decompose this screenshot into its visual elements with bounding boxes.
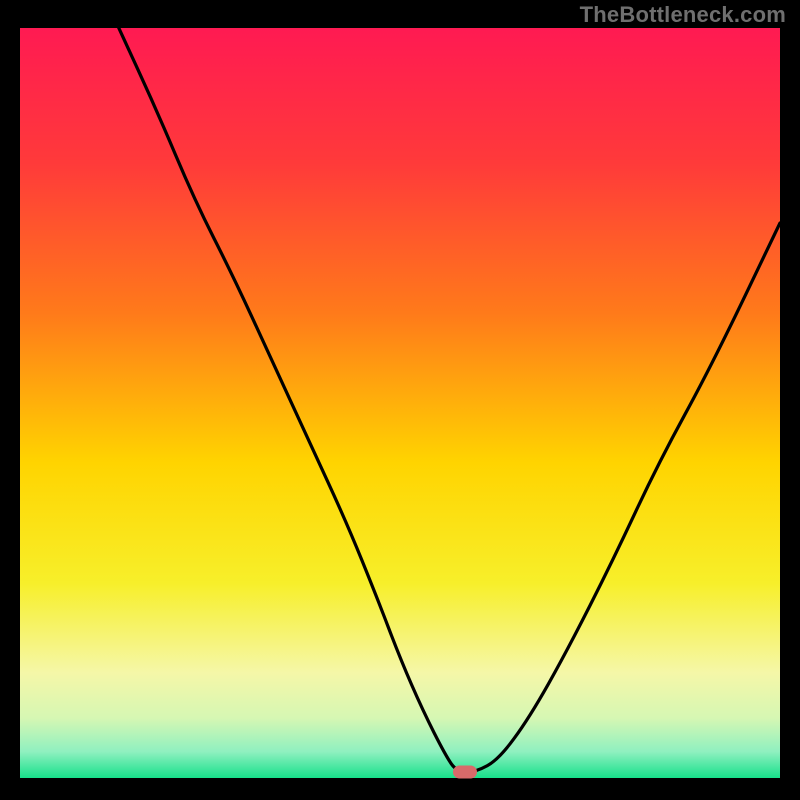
watermark-text: TheBottleneck.com [580,2,786,28]
optimum-marker [453,766,477,779]
bottleneck-curve [20,28,780,778]
plot-area [20,28,780,778]
chart-frame: TheBottleneck.com [0,0,800,800]
